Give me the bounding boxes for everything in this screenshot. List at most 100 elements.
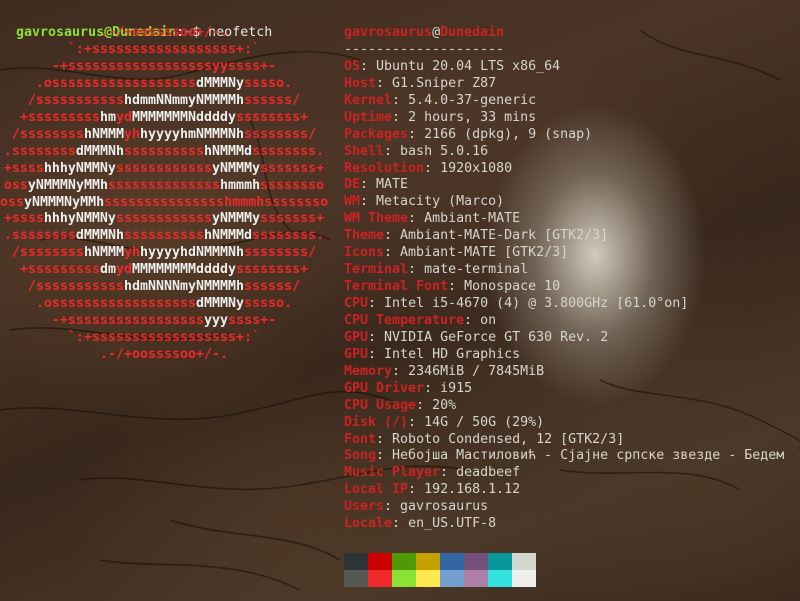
logo-line: .ossssssssssssssssssdMMMNysssso. xyxy=(0,76,328,93)
logo-line: -+ssssssssssssssssssyyssss+- xyxy=(0,59,328,76)
info-colon: : xyxy=(376,431,393,447)
logo-segment: .ossssssssssssssssss xyxy=(35,75,196,91)
logo-segment: hNMMMd xyxy=(204,228,253,244)
logo-segment: +ssss xyxy=(3,160,44,176)
info-key: GPU Driver xyxy=(344,380,425,396)
info-title-at: @ xyxy=(432,25,441,40)
logo-segment: hm xyxy=(99,109,116,125)
info-colon: : xyxy=(368,296,385,311)
logo-segment: hdmmNNmmyNMMMMh xyxy=(123,92,245,108)
info-value: gavrosaurus xyxy=(400,499,489,515)
info-key: Users xyxy=(344,499,385,515)
info-colon: : xyxy=(424,380,441,396)
logo-segment: hNMMMd xyxy=(204,143,253,159)
info-colon: : xyxy=(408,414,425,430)
info-row: WM Theme: Ambiant-MATE xyxy=(344,211,784,228)
logo-segment: hhhyNMMNy xyxy=(43,211,116,227)
logo-segment: ssssssssssss xyxy=(115,160,213,176)
logo-segment: yNMMMNyMMh xyxy=(24,194,105,210)
logo-line: +sssshhhyNMMNyssssssssssssyNMMMysssssss+ xyxy=(0,161,328,178)
info-key: Host xyxy=(344,75,377,91)
logo-segment: /ssssssss xyxy=(11,126,84,142)
logo-segment: .ssssssss xyxy=(3,143,76,159)
info-colon: : xyxy=(368,329,385,345)
info-key: Kernel xyxy=(344,92,393,108)
info-colon: : xyxy=(360,194,377,210)
info-colon: : xyxy=(384,228,401,244)
info-row: WM: Metacity (Marco) xyxy=(344,194,784,211)
logo-line: .-/+oossssoo+/-. xyxy=(0,25,328,42)
info-colon: : xyxy=(376,75,393,91)
info-value: Roboto Condensed, 12 [GTK2/3] xyxy=(392,431,625,447)
logo-segment: oss xyxy=(0,194,25,210)
info-colon: : xyxy=(408,482,425,498)
logo-segment: MMMMMMMNddddy xyxy=(131,109,237,125)
info-row: Uptime: 2 hours, 33 mins xyxy=(344,110,784,127)
logo-segment: yyy xyxy=(204,313,229,329)
logo-segment: ssssss/ xyxy=(244,279,301,295)
info-key: Packages xyxy=(344,126,409,142)
info-key: Locale xyxy=(344,516,393,532)
logo-line: +ssssssssshmydMMMMMMMNddddyssssssss+ xyxy=(0,110,328,127)
info-row: Locale: en_US.UTF-8 xyxy=(344,516,784,533)
info-colon: : xyxy=(392,516,409,532)
color-swatch xyxy=(392,553,416,570)
logo-line: /sssssssshNMMMyhhyyyyhdNMMMNhssssssss/ xyxy=(0,245,328,262)
color-swatch xyxy=(392,570,416,587)
info-value: 20% xyxy=(432,397,457,413)
info-colon: : xyxy=(392,363,409,379)
color-swatch xyxy=(416,570,440,587)
color-swatch xyxy=(464,570,488,587)
info-colon: : xyxy=(376,448,393,464)
info-value: Intel i5-4670 (4) @ 3.800GHz [61.0°on] xyxy=(384,296,689,311)
color-swatch xyxy=(512,553,536,570)
info-key: GPU xyxy=(344,346,369,362)
palette-normal-row xyxy=(344,553,536,570)
info-row: Memory: 2346MiB / 7845MiB xyxy=(344,364,784,381)
info-row: Terminal: mate-terminal xyxy=(344,262,784,279)
info-row: Song: Небојша Мастиловић - Сјајне српске… xyxy=(344,448,784,465)
info-colon: : xyxy=(440,465,457,481)
logo-segment: hyyyyhdNMMMNh xyxy=(139,245,245,261)
logo-segment: ssssssso xyxy=(260,177,325,193)
logo-line: /sssssssshNMMMyhhyyyyhmNMMMNhssssssss/ xyxy=(0,127,328,144)
info-key: GPU xyxy=(344,329,369,345)
palette-bright-row xyxy=(344,570,536,587)
logo-line: .ssssssssdMMMNhsssssssssshNMMMdssssssss. xyxy=(0,228,328,245)
info-row: Theme: Ambiant-MATE-Dark [GTK2/3] xyxy=(344,228,784,245)
logo-line: ossyNMMMNyMMhssssssssssssssshmmmhsssssss… xyxy=(0,195,328,212)
logo-segment: `:+ssssssssssssssssss+:` xyxy=(67,41,261,57)
info-value: mate-terminal xyxy=(424,262,529,278)
logo-line: .-/+oossssoo+/-. xyxy=(0,347,328,364)
info-row: GPU: Intel HD Graphics xyxy=(344,347,784,364)
logo-segment: ssssssssssss xyxy=(115,211,213,227)
logo-segment: dMMMNh xyxy=(75,228,124,244)
logo-segment: ssssssss+ xyxy=(236,262,309,278)
info-value: Monospace 10 xyxy=(464,279,561,295)
logo-line: `:+ssssssssssssssssss+:` xyxy=(0,330,328,347)
info-colon: : xyxy=(384,143,401,159)
info-colon: : xyxy=(448,279,465,295)
info-colon: : xyxy=(360,58,377,74)
info-key: Theme xyxy=(344,228,385,244)
info-title: gavrosaurus@Dunedain xyxy=(344,25,784,42)
logo-segment: oss xyxy=(3,177,28,193)
info-value: i915 xyxy=(440,380,473,396)
logo-segment: -+ssssssssssssssssssyyssss+- xyxy=(51,58,277,74)
info-row: Font: Roboto Condensed, 12 [GTK2/3] xyxy=(344,432,784,449)
logo-segment: hNMMM xyxy=(83,245,124,261)
info-key: Disk (/) xyxy=(344,414,409,430)
info-value: 1920x1080 xyxy=(440,160,513,176)
logo-segment: .ossssssssssssssssss xyxy=(35,296,196,312)
logo-segment: yNMMMy xyxy=(212,211,261,227)
info-value: Ambiant-MATE xyxy=(424,211,521,227)
info-row: Resolution: 1920x1080 xyxy=(344,161,784,178)
info-value: NVIDIA GeForce GT 630 Rev. 2 xyxy=(384,329,609,345)
logo-segment: .-/+oossssoo+/-. xyxy=(99,347,229,363)
info-value: on xyxy=(480,312,497,328)
logo-segment: hhhyNMMNy xyxy=(43,160,116,176)
info-rows: OS: Ubuntu 20.04 LTS x86_64 Host: G1.Snip… xyxy=(344,59,784,533)
info-row: Packages: 2166 (dpkg), 9 (snap) xyxy=(344,127,784,144)
info-title-user: gavrosaurus xyxy=(344,25,433,40)
logo-segment: ssssssss+ xyxy=(236,109,309,125)
